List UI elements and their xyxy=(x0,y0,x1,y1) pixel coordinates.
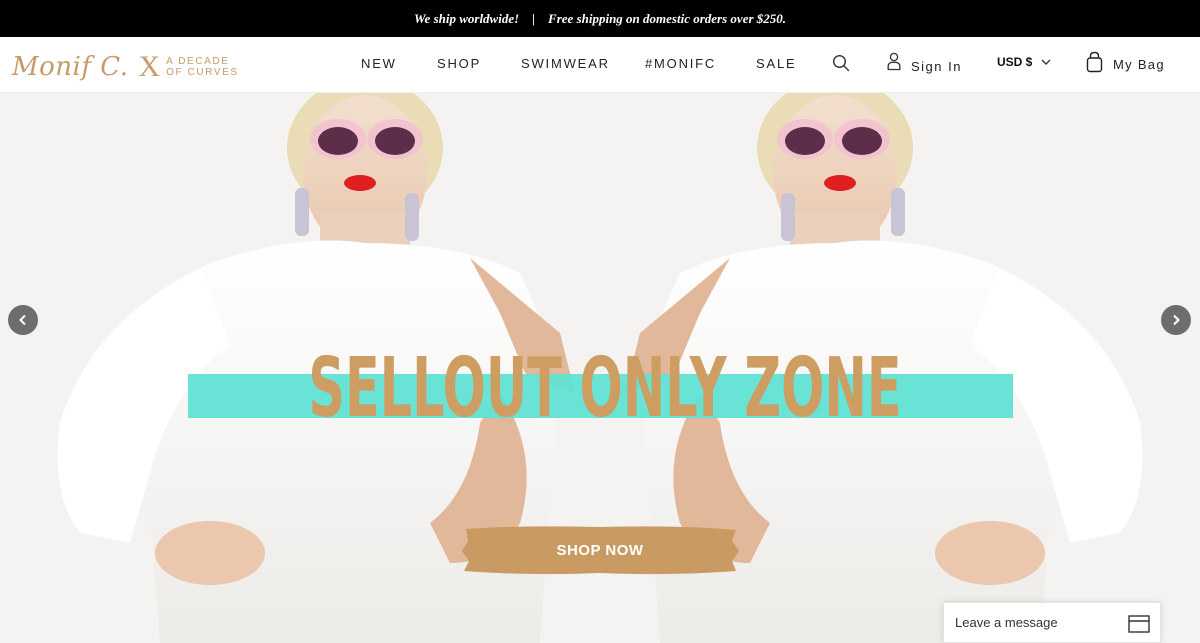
nav-new[interactable]: NEW xyxy=(361,56,397,71)
carousel-next-button[interactable] xyxy=(1161,305,1191,335)
site-header: Monif C. X A DECADE OF CURVES NEW SHOP S… xyxy=(0,37,1200,93)
user-icon xyxy=(887,52,901,76)
shop-now-button[interactable]: SHOP NOW xyxy=(460,523,740,577)
announcement-worldwide: We ship worldwide! xyxy=(413,10,520,26)
logo-tagline: A DECADE OF CURVES xyxy=(166,56,239,78)
currency-label: USD $ xyxy=(997,55,1033,69)
announcement-separator: | xyxy=(532,10,536,26)
sign-in-link[interactable]: Sign In xyxy=(887,52,962,76)
chevron-left-icon xyxy=(19,314,26,326)
brand-logo[interactable]: Monif C. X A DECADE OF CURVES xyxy=(12,50,239,83)
logo-tagline-line1: A DECADE xyxy=(166,56,230,67)
hero-banner[interactable]: SELLOUT ONLY ZONE SHOP NOW Leave a messa… xyxy=(0,93,1200,643)
nav-shop[interactable]: SHOP xyxy=(437,56,481,71)
logo-x: X xyxy=(138,50,161,83)
logo-tagline-line2: OF CURVES xyxy=(166,67,239,78)
nav-swimwear[interactable]: SWIMWEAR xyxy=(521,56,610,71)
chat-window-icon xyxy=(1128,615,1150,633)
shop-now-label: SHOP NOW xyxy=(556,541,644,559)
announcement-bar: We ship worldwide! | Free shipping on do… xyxy=(0,0,1200,37)
nav-monifc[interactable]: #MONIFC xyxy=(645,56,716,71)
sign-in-label: Sign In xyxy=(911,58,962,74)
leave-message-widget[interactable]: Leave a message xyxy=(943,602,1161,643)
chevron-down-icon xyxy=(1041,59,1051,65)
currency-selector[interactable]: USD $ xyxy=(997,55,1051,69)
leave-message-label: Leave a message xyxy=(955,615,1058,630)
announcement-free-shipping: Free shipping on domestic orders over $2… xyxy=(548,10,787,26)
hero-headline: SELLOUT ONLY ZONE xyxy=(308,340,902,436)
search-icon[interactable] xyxy=(832,54,850,72)
nav-sale[interactable]: SALE xyxy=(756,56,796,71)
my-bag-link[interactable]: My Bag xyxy=(1086,51,1165,78)
chevron-right-icon xyxy=(1173,314,1180,326)
logo-script: Monif C. xyxy=(12,52,129,82)
shopping-bag-icon xyxy=(1086,51,1103,78)
my-bag-label: My Bag xyxy=(1113,57,1165,72)
carousel-prev-button[interactable] xyxy=(8,305,38,335)
